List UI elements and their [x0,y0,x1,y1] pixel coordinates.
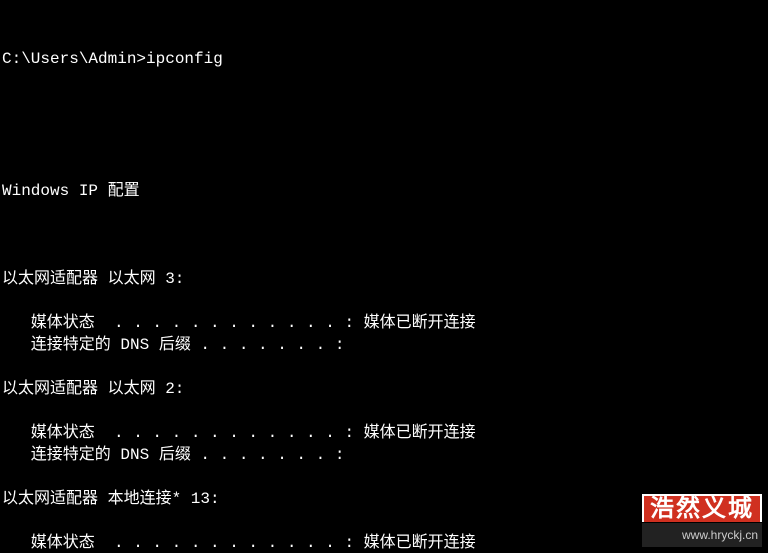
adapter-line: 连接特定的 DNS 后缀 . . . . . . . : [2,334,766,356]
blank-line [2,290,766,312]
line-label: 连接特定的 DNS 后缀 . . . . . . . : [2,336,354,354]
blank-line [2,466,766,488]
adapter-name: 以太网适配器 以太网 2: [2,378,766,400]
adapter-line: 媒体状态 . . . . . . . . . . . . : 媒体已断开连接 [2,312,766,334]
adapter-line: 媒体状态 . . . . . . . . . . . . : 媒体已断开连接 [2,532,766,553]
command-prompt: C:\Users\Admin>ipconfig [2,50,223,68]
line-label: 媒体状态 . . . . . . . . . . . . : [2,314,364,332]
blank-line [2,356,766,378]
blank-line [2,400,766,422]
line-value: 媒体已断开连接 [364,314,476,332]
adapter-name: 以太网适配器 本地连接* 13: [2,488,766,510]
line-label: 媒体状态 . . . . . . . . . . . . : [2,534,364,552]
blank-line [2,246,766,268]
adapter-line: 媒体状态 . . . . . . . . . . . . : 媒体已断开连接 [2,422,766,444]
adapter-name: 以太网适配器 以太网 3: [2,268,766,290]
blank-line [2,114,766,136]
adapter-line: 连接特定的 DNS 后缀 . . . . . . . : [2,444,766,466]
prompt-line: C:\Users\Admin>ipconfig [2,48,766,70]
header-text: Windows IP 配置 [2,182,140,200]
terminal-window[interactable]: C:\Users\Admin>ipconfig Windows IP 配置 以太… [0,0,768,553]
blank-line [2,510,766,532]
line-label: 媒体状态 . . . . . . . . . . . . : [2,424,364,442]
line-label: 连接特定的 DNS 后缀 . . . . . . . : [2,446,354,464]
adapter-list: 以太网适配器 以太网 3: 媒体状态 . . . . . . . . . . .… [2,246,766,553]
ip-config-header: Windows IP 配置 [2,180,766,202]
line-value: 媒体已断开连接 [364,424,476,442]
line-value: 媒体已断开连接 [364,534,476,552]
